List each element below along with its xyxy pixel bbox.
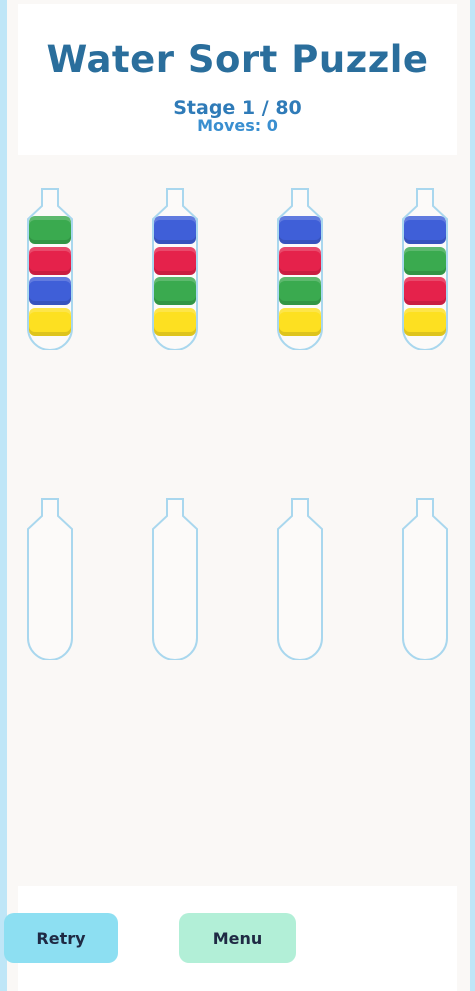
tube-4[interactable] [400, 188, 450, 350]
tubes-area [0, 0, 475, 991]
liquid-layer-yellow [154, 307, 196, 336]
liquid-layer-green [29, 216, 71, 244]
tube-outline [27, 498, 73, 660]
retry-button[interactable]: Retry [4, 913, 118, 963]
liquid-layer-yellow [404, 307, 446, 336]
tube-3[interactable] [275, 188, 325, 350]
liquid-layer-yellow [29, 307, 71, 336]
tube-8[interactable] [400, 498, 450, 660]
liquid-layer-green [279, 277, 321, 305]
tube-outline [402, 498, 448, 660]
liquid-layer-green [154, 277, 196, 305]
tube-1[interactable] [25, 188, 75, 350]
tube-outline [277, 498, 323, 660]
liquid-layer-red [154, 246, 196, 275]
liquid-layer-blue [279, 216, 321, 244]
tube-2[interactable] [150, 188, 200, 350]
liquid-layer-blue [29, 277, 71, 305]
liquid-layer-red [29, 246, 71, 275]
liquid-layer-blue [154, 216, 196, 244]
tube-outline [152, 498, 198, 660]
tube-6[interactable] [150, 498, 200, 660]
liquid-layer-blue [404, 216, 446, 244]
tube-5[interactable] [25, 498, 75, 660]
menu-button[interactable]: Menu [179, 913, 296, 963]
liquid-layer-red [404, 277, 446, 305]
tube-7[interactable] [275, 498, 325, 660]
liquid-layer-green [404, 246, 446, 275]
liquid-layer-red [279, 246, 321, 275]
liquid-layer-yellow [279, 307, 321, 336]
